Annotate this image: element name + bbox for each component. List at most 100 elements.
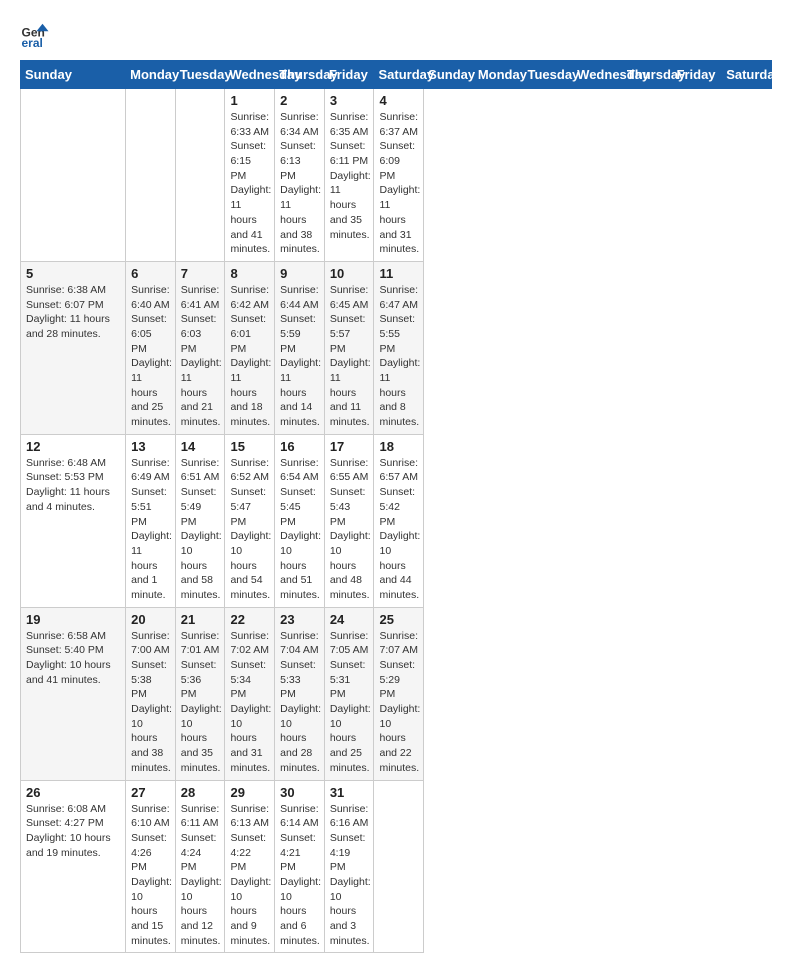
day-info: Sunrise: 6:14 AM Sunset: 4:21 PM Dayligh… bbox=[280, 802, 319, 949]
day-info: Sunrise: 6:55 AM Sunset: 5:43 PM Dayligh… bbox=[330, 456, 369, 603]
header-day-thursday: Thursday bbox=[622, 61, 672, 89]
day-info: Sunrise: 6:42 AM Sunset: 6:01 PM Dayligh… bbox=[230, 283, 269, 430]
calendar-week-3: 12 Sunrise: 6:48 AM Sunset: 5:53 PM Dayli… bbox=[21, 434, 772, 607]
calendar-cell: 25Sunrise: 7:07 AM Sunset: 5:29 PM Dayli… bbox=[374, 607, 424, 780]
day-info: Sunrise: 6:49 AM Sunset: 5:51 PM Dayligh… bbox=[131, 456, 170, 603]
calendar-cell: 14Sunrise: 6:51 AM Sunset: 5:49 PM Dayli… bbox=[175, 434, 225, 607]
day-number: 19 bbox=[26, 612, 120, 627]
calendar-cell: 21Sunrise: 7:01 AM Sunset: 5:36 PM Dayli… bbox=[175, 607, 225, 780]
calendar-header-row: SundayMondayTuesdayWednesdayThursdayFrid… bbox=[21, 61, 772, 89]
calendar-cell: 27 Sunrise: 6:10 AM Sunset: 4:26 PM Dayli… bbox=[126, 780, 176, 953]
day-number: 8 bbox=[230, 266, 269, 281]
calendar-week-2: 5Sunrise: 6:38 AM Sunset: 6:07 PM Daylig… bbox=[21, 261, 772, 434]
day-number: 31 bbox=[330, 785, 369, 800]
day-number: 27 bbox=[131, 785, 170, 800]
day-info: Sunrise: 6:40 AM Sunset: 6:05 PM Dayligh… bbox=[131, 283, 170, 430]
calendar-cell: 28 Sunrise: 6:11 AM Sunset: 4:24 PM Dayli… bbox=[175, 780, 225, 953]
day-number: 20 bbox=[131, 612, 170, 627]
day-number: 18 bbox=[379, 439, 418, 454]
calendar-cell: 19Sunrise: 6:58 AM Sunset: 5:40 PM Dayli… bbox=[21, 607, 126, 780]
calendar-cell bbox=[126, 89, 176, 262]
calendar-cell: 10 Sunrise: 6:45 AM Sunset: 5:57 PM Dayli… bbox=[324, 261, 374, 434]
calendar-cell: 11 Sunrise: 6:47 AM Sunset: 5:55 PM Dayli… bbox=[374, 261, 424, 434]
day-info: Sunrise: 6:47 AM Sunset: 5:55 PM Dayligh… bbox=[379, 283, 418, 430]
calendar-week-4: 19Sunrise: 6:58 AM Sunset: 5:40 PM Dayli… bbox=[21, 607, 772, 780]
calendar-cell: 26Sunrise: 6:08 AM Sunset: 4:27 PM Dayli… bbox=[21, 780, 126, 953]
page-header: Gen eral bbox=[20, 20, 772, 50]
day-number: 13 bbox=[131, 439, 170, 454]
calendar-cell: 9 Sunrise: 6:44 AM Sunset: 5:59 PM Daylig… bbox=[275, 261, 325, 434]
day-number: 3 bbox=[330, 93, 369, 108]
day-info: Sunrise: 6:48 AM Sunset: 5:53 PM Dayligh… bbox=[26, 456, 120, 515]
day-info: Sunrise: 7:02 AM Sunset: 5:34 PM Dayligh… bbox=[230, 629, 269, 776]
day-number: 29 bbox=[230, 785, 269, 800]
logo-icon: Gen eral bbox=[20, 20, 50, 50]
calendar-cell: 30 Sunrise: 6:14 AM Sunset: 4:21 PM Dayli… bbox=[275, 780, 325, 953]
day-number: 17 bbox=[330, 439, 369, 454]
day-number: 6 bbox=[131, 266, 170, 281]
header-day-thursday: Thursday bbox=[275, 61, 325, 89]
day-number: 1 bbox=[230, 93, 269, 108]
day-number: 2 bbox=[280, 93, 319, 108]
day-info: Sunrise: 6:34 AM Sunset: 6:13 PM Dayligh… bbox=[280, 110, 319, 257]
day-info: Sunrise: 6:16 AM Sunset: 4:19 PM Dayligh… bbox=[330, 802, 369, 949]
day-info: Sunrise: 7:05 AM Sunset: 5:31 PM Dayligh… bbox=[330, 629, 369, 776]
calendar-cell: 29 Sunrise: 6:13 AM Sunset: 4:22 PM Dayli… bbox=[225, 780, 275, 953]
day-info: Sunrise: 6:41 AM Sunset: 6:03 PM Dayligh… bbox=[181, 283, 220, 430]
header-day-wednesday: Wednesday bbox=[225, 61, 275, 89]
header-day-saturday: Saturday bbox=[374, 61, 424, 89]
calendar-cell: 17 Sunrise: 6:55 AM Sunset: 5:43 PM Dayli… bbox=[324, 434, 374, 607]
day-info: Sunrise: 6:45 AM Sunset: 5:57 PM Dayligh… bbox=[330, 283, 369, 430]
calendar-cell: 16Sunrise: 6:54 AM Sunset: 5:45 PM Dayli… bbox=[275, 434, 325, 607]
day-info: Sunrise: 7:04 AM Sunset: 5:33 PM Dayligh… bbox=[280, 629, 319, 776]
day-number: 22 bbox=[230, 612, 269, 627]
calendar-cell bbox=[175, 89, 225, 262]
calendar-cell: 4 Sunrise: 6:37 AM Sunset: 6:09 PM Daylig… bbox=[374, 89, 424, 262]
calendar-cell: 6 Sunrise: 6:40 AM Sunset: 6:05 PM Daylig… bbox=[126, 261, 176, 434]
day-info: Sunrise: 6:35 AM Sunset: 6:11 PM Dayligh… bbox=[330, 110, 369, 242]
header-day-monday: Monday bbox=[473, 61, 523, 89]
day-number: 11 bbox=[379, 266, 418, 281]
day-number: 10 bbox=[330, 266, 369, 281]
header-day-tuesday: Tuesday bbox=[523, 61, 573, 89]
calendar-cell bbox=[21, 89, 126, 262]
logo: Gen eral bbox=[20, 20, 54, 50]
day-number: 23 bbox=[280, 612, 319, 627]
day-info: Sunrise: 6:13 AM Sunset: 4:22 PM Dayligh… bbox=[230, 802, 269, 949]
calendar-cell: 5Sunrise: 6:38 AM Sunset: 6:07 PM Daylig… bbox=[21, 261, 126, 434]
day-number: 7 bbox=[181, 266, 220, 281]
day-info: Sunrise: 6:44 AM Sunset: 5:59 PM Dayligh… bbox=[280, 283, 319, 430]
calendar-cell: 12 Sunrise: 6:48 AM Sunset: 5:53 PM Dayli… bbox=[21, 434, 126, 607]
day-info: Sunrise: 6:51 AM Sunset: 5:49 PM Dayligh… bbox=[181, 456, 220, 603]
calendar-table: SundayMondayTuesdayWednesdayThursdayFrid… bbox=[20, 60, 772, 953]
day-info: Sunrise: 6:08 AM Sunset: 4:27 PM Dayligh… bbox=[26, 802, 120, 861]
day-number: 9 bbox=[280, 266, 319, 281]
header-day-wednesday: Wednesday bbox=[573, 61, 623, 89]
day-info: Sunrise: 6:57 AM Sunset: 5:42 PM Dayligh… bbox=[379, 456, 418, 603]
calendar-cell: 18 Sunrise: 6:57 AM Sunset: 5:42 PM Dayli… bbox=[374, 434, 424, 607]
day-info: Sunrise: 6:10 AM Sunset: 4:26 PM Dayligh… bbox=[131, 802, 170, 949]
calendar-cell: 24Sunrise: 7:05 AM Sunset: 5:31 PM Dayli… bbox=[324, 607, 374, 780]
day-info: Sunrise: 6:37 AM Sunset: 6:09 PM Dayligh… bbox=[379, 110, 418, 257]
calendar-cell: 20 Sunrise: 7:00 AM Sunset: 5:38 PM Dayli… bbox=[126, 607, 176, 780]
day-number: 28 bbox=[181, 785, 220, 800]
day-info: Sunrise: 7:00 AM Sunset: 5:38 PM Dayligh… bbox=[131, 629, 170, 776]
day-info: Sunrise: 6:11 AM Sunset: 4:24 PM Dayligh… bbox=[181, 802, 220, 949]
header-day-friday: Friday bbox=[672, 61, 722, 89]
header-day-friday: Friday bbox=[324, 61, 374, 89]
day-info: Sunrise: 7:07 AM Sunset: 5:29 PM Dayligh… bbox=[379, 629, 418, 776]
calendar-cell: 8 Sunrise: 6:42 AM Sunset: 6:01 PM Daylig… bbox=[225, 261, 275, 434]
calendar-cell: 31 Sunrise: 6:16 AM Sunset: 4:19 PM Dayli… bbox=[324, 780, 374, 953]
header-day-sunday: Sunday bbox=[21, 61, 126, 89]
calendar-cell: 3 Sunrise: 6:35 AM Sunset: 6:11 PM Daylig… bbox=[324, 89, 374, 262]
calendar-cell: 15Sunrise: 6:52 AM Sunset: 5:47 PM Dayli… bbox=[225, 434, 275, 607]
calendar-cell: 22 Sunrise: 7:02 AM Sunset: 5:34 PM Dayli… bbox=[225, 607, 275, 780]
day-number: 12 bbox=[26, 439, 120, 454]
day-number: 16 bbox=[280, 439, 319, 454]
day-number: 4 bbox=[379, 93, 418, 108]
header-day-monday: Monday bbox=[126, 61, 176, 89]
day-number: 5 bbox=[26, 266, 120, 281]
calendar-cell: 1Sunrise: 6:33 AM Sunset: 6:15 PM Daylig… bbox=[225, 89, 275, 262]
day-number: 30 bbox=[280, 785, 319, 800]
day-number: 21 bbox=[181, 612, 220, 627]
